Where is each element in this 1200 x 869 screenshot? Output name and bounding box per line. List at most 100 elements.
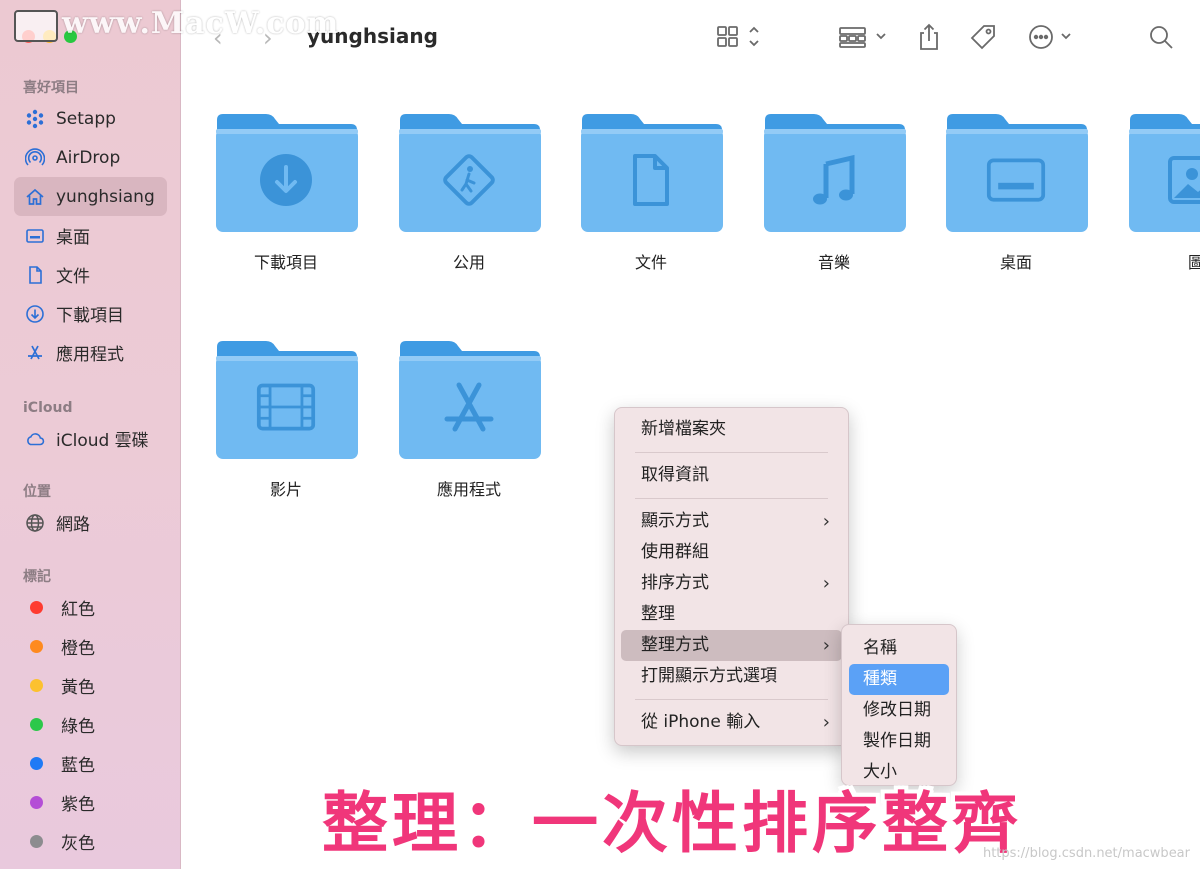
sidebar-tags: 標記 紅色 橙色 黃色 綠色 藍色 紫色 灰色 xyxy=(0,566,181,861)
pictures-glyph-icon xyxy=(1162,150,1200,210)
sidebar: 喜好項目 Setapp AirDrop yunghsiang 桌面 文件 下載項… xyxy=(0,0,181,869)
submenu-item-name[interactable]: 名稱 xyxy=(849,633,949,664)
folder-label: 音樂 xyxy=(817,253,850,272)
menu-item-label: 取得資訊 xyxy=(641,465,709,485)
menu-item-get-info[interactable]: 取得資訊 xyxy=(621,460,842,491)
menu-item-clean-up-by[interactable]: 整理方式 › xyxy=(621,630,842,661)
green-tag-icon xyxy=(30,718,43,731)
folder-label: 應用程式 xyxy=(436,480,501,499)
chevron-right-icon: › xyxy=(822,635,830,656)
share-button[interactable] xyxy=(916,22,942,52)
yellow-tag-icon xyxy=(30,679,43,692)
sidebar-tag-yellow[interactable]: 黃色 xyxy=(0,666,181,705)
sidebar-item-home[interactable]: yunghsiang xyxy=(14,177,167,216)
menu-item-import-from-iphone[interactable]: 從 iPhone 輸入 › xyxy=(621,707,842,738)
context-menu: 新增檔案夾 取得資訊 顯示方式 › 使用群組 排序方式 › 整理 整理方式 › 打開顯… xyxy=(614,407,849,746)
sidebar-item-label: Setapp xyxy=(56,108,116,129)
blue-tag-icon xyxy=(30,757,43,770)
menu-item-label: 打開顯示方式選項 xyxy=(641,666,777,686)
tag-label: 橙色 xyxy=(61,639,95,659)
download-glyph-icon xyxy=(256,150,316,210)
cloud-icon xyxy=(24,428,46,450)
folder-item-desktop[interactable]: 桌面 xyxy=(941,110,1091,273)
sidebar-item-setapp[interactable]: Setapp xyxy=(0,99,181,138)
menu-item-label: 顯示方式 xyxy=(641,511,709,531)
sidebar-item-documents[interactable]: 文件 xyxy=(0,255,181,294)
submenu-item-date-created[interactable]: 製作日期 xyxy=(849,726,949,757)
clean-up-by-submenu: 名稱 種類 修改日期 製作日期 大小 xyxy=(841,624,957,786)
share-icon xyxy=(920,23,938,50)
tag-label: 紫色 xyxy=(61,795,95,815)
applications-icon xyxy=(24,342,46,364)
folder-label: 下載項目 xyxy=(253,253,318,272)
sidebar-item-label: AirDrop xyxy=(56,147,121,168)
menu-item-view-as[interactable]: 顯示方式 › xyxy=(621,506,842,537)
folder-label: 公用 xyxy=(452,253,485,272)
group-icon xyxy=(839,27,886,48)
sidebar-item-label: 桌面 xyxy=(56,228,90,248)
movies-glyph-icon xyxy=(256,377,316,437)
view-mode-button[interactable] xyxy=(714,22,764,52)
submenu-item-kind[interactable]: 種類 xyxy=(849,664,949,695)
folder-item-downloads[interactable]: 下載項目 xyxy=(211,110,361,273)
sidebar-tag-gray[interactable]: 灰色 xyxy=(0,822,181,861)
watermark-logo xyxy=(14,10,58,42)
folder-item-music[interactable]: 音樂 xyxy=(759,110,909,273)
document-glyph-icon xyxy=(621,150,681,210)
red-tag-icon xyxy=(30,601,43,614)
submenu-item-date-modified[interactable]: 修改日期 xyxy=(849,695,949,726)
menu-item-clean-up[interactable]: 整理 xyxy=(621,599,842,630)
sidebar-item-label: iCloud 雲碟 xyxy=(56,431,149,451)
folder-item-movies[interactable]: 影片 xyxy=(211,337,361,500)
folder-item-documents[interactable]: 文件 xyxy=(576,110,726,273)
group-button[interactable] xyxy=(837,22,891,52)
sidebar-tag-purple[interactable]: 紫色 xyxy=(0,783,181,822)
tag-label: 黃色 xyxy=(61,678,95,698)
chevron-right-icon: › xyxy=(822,573,830,594)
menu-item-show-view-options[interactable]: 打開顯示方式選項 xyxy=(621,661,842,692)
document-icon xyxy=(24,264,46,286)
chevron-right-icon: › xyxy=(822,511,830,532)
folder-item-pictures[interactable]: 圖 xyxy=(1124,110,1200,273)
search-button[interactable] xyxy=(1146,22,1176,52)
sidebar-favorites: 喜好項目 Setapp AirDrop yunghsiang 桌面 文件 下載項… xyxy=(0,77,181,372)
gray-tag-icon xyxy=(30,835,43,848)
sidebar-tag-red[interactable]: 紅色 xyxy=(0,588,181,627)
sidebar-tag-orange[interactable]: 橙色 xyxy=(0,627,181,666)
sidebar-item-airdrop[interactable]: AirDrop xyxy=(0,138,181,177)
folder-item-public[interactable]: 公用 xyxy=(394,110,544,273)
sidebar-item-icloud-drive[interactable]: iCloud 雲碟 xyxy=(0,419,181,458)
folder-item-pictures-clip: 圖 xyxy=(1124,110,1200,280)
folder-label: 影片 xyxy=(269,480,302,499)
sidebar-heading-favorites: 喜好項目 xyxy=(23,80,79,96)
menu-separator xyxy=(635,498,828,499)
sidebar-heading-locations: 位置 xyxy=(23,484,51,500)
menu-item-use-groups[interactable]: 使用群組 xyxy=(621,537,842,568)
more-actions-button[interactable] xyxy=(1027,22,1077,52)
tag-button[interactable] xyxy=(968,22,998,52)
folder-label: 桌面 xyxy=(999,253,1032,272)
tag-icon xyxy=(970,25,995,50)
menu-item-label: 從 iPhone 輸入 xyxy=(641,712,761,732)
sidebar-item-desktop[interactable]: 桌面 xyxy=(0,216,181,255)
menu-item-label: 整理方式 xyxy=(641,635,709,655)
purple-tag-icon xyxy=(30,796,43,809)
tag-label: 紅色 xyxy=(61,600,95,620)
sidebar-item-network[interactable]: 網路 xyxy=(0,503,181,542)
sidebar-icloud: iCloud iCloud 雲碟 xyxy=(0,397,181,458)
sidebar-item-downloads[interactable]: 下載項目 xyxy=(0,294,181,333)
sidebar-tag-blue[interactable]: 藍色 xyxy=(0,744,181,783)
sidebar-locations: 位置 網路 xyxy=(0,481,181,542)
public-glyph-icon xyxy=(439,150,499,210)
apps-glyph-icon xyxy=(439,377,499,437)
view-icon-grid-icon xyxy=(717,26,759,47)
setapp-icon xyxy=(24,108,46,130)
sidebar-item-applications[interactable]: 應用程式 xyxy=(0,333,181,372)
caption-overlay: 整理：一次性排序整齊 xyxy=(322,785,1022,862)
menu-item-sort-by[interactable]: 排序方式 › xyxy=(621,568,842,599)
tag-label: 灰色 xyxy=(61,834,95,854)
folder-item-applications[interactable]: 應用程式 xyxy=(394,337,544,500)
sidebar-tag-green[interactable]: 綠色 xyxy=(0,705,181,744)
menu-item-new-folder[interactable]: 新增檔案夾 xyxy=(621,414,842,445)
desktop-icon xyxy=(24,225,46,247)
